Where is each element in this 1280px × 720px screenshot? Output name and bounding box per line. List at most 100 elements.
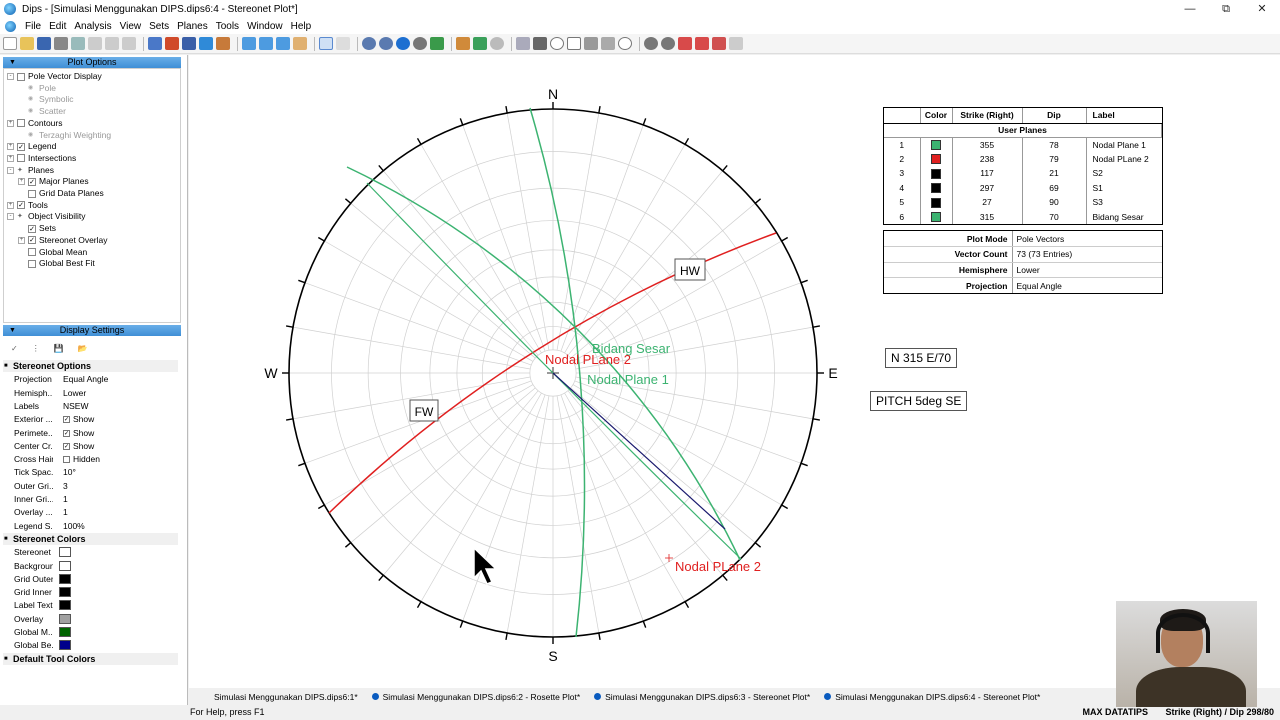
color-setting-row[interactable]: Label Text [3, 599, 178, 612]
setting-row[interactable]: Tick Spac... 10° [3, 466, 178, 479]
menu-view[interactable]: View [116, 21, 146, 32]
close-icon[interactable]: ✕ [1244, 0, 1280, 18]
menu-tools[interactable]: Tools [212, 21, 243, 32]
undo-icon[interactable] [148, 37, 162, 50]
print-icon[interactable] [54, 37, 68, 50]
tree-expander-icon[interactable]: + [7, 119, 14, 127]
checkbox[interactable]: ✓ [63, 416, 70, 424]
collapse-icon[interactable]: ■ [4, 653, 8, 665]
apply-icon[interactable]: ✓ [11, 344, 18, 353]
tree-item[interactable]: + Contours [7, 118, 63, 129]
setting-value[interactable]: Lower [63, 388, 86, 398]
checkbox[interactable] [17, 72, 25, 81]
settings-section-header[interactable]: ■ Default Tool Colors [3, 652, 178, 665]
collapse-icon[interactable]: ▼ [9, 57, 16, 68]
checkbox[interactable]: ✓ [17, 142, 25, 151]
menu-help[interactable]: Help [287, 21, 316, 32]
contour-icon[interactable] [379, 37, 393, 50]
chart-icon[interactable] [216, 37, 230, 50]
add-plane-icon[interactable] [456, 37, 470, 50]
eraser-icon[interactable] [336, 37, 350, 50]
tree-item[interactable]: + ✓ Stereonet Overlay [18, 235, 108, 246]
settings-section-header[interactable]: ■ Stereonet Options [3, 360, 178, 372]
restore-icon[interactable]: ⧉ [1208, 0, 1244, 18]
zoom-window-icon[interactable] [276, 37, 290, 50]
color-swatch[interactable] [59, 640, 71, 651]
checkbox[interactable]: ✓ [17, 201, 25, 210]
checkbox[interactable] [28, 189, 36, 198]
polyline-tool-icon[interactable] [601, 37, 615, 50]
delete-tool-icon[interactable] [695, 37, 709, 50]
setting-value[interactable]: Show [73, 414, 94, 424]
color-setting-row[interactable]: Overlay [3, 613, 178, 626]
setting-value[interactable]: NSEW [63, 401, 89, 411]
minimize-icon[interactable]: — [1172, 0, 1208, 18]
tree-item[interactable]: ✓ Sets [18, 223, 56, 234]
tree-item[interactable]: - Pole Vector Display [7, 71, 102, 82]
new-file-icon[interactable] [3, 37, 17, 50]
menu-edit[interactable]: Edit [45, 21, 70, 32]
tree-item[interactable]: + ✓ Major Planes [18, 176, 89, 187]
pitch-icon[interactable] [661, 37, 675, 50]
tree-expander-icon[interactable]: + [18, 236, 25, 244]
setting-row[interactable]: Hemisph... Lower [3, 387, 178, 400]
remove-icon[interactable] [712, 37, 726, 50]
copy-icon[interactable] [105, 37, 119, 50]
checkbox[interactable] [17, 154, 25, 163]
zoom-in-icon[interactable] [242, 37, 256, 50]
color-setting-row[interactable]: Global M... [3, 626, 178, 639]
tree-item[interactable]: ◉ Terzaghi Weighting [18, 130, 111, 141]
table-icon[interactable] [199, 37, 213, 50]
rosette-icon[interactable] [430, 37, 444, 50]
settings-section-header[interactable]: ■ Stereonet Colors [3, 532, 178, 545]
color-setting-row[interactable]: Global Be... [3, 639, 178, 652]
zoom-out-icon[interactable] [259, 37, 273, 50]
menu-window[interactable]: Window [243, 21, 287, 32]
plot-options-header[interactable]: ▼ Plot Options [3, 57, 181, 68]
checkbox[interactable] [63, 456, 70, 464]
save-settings-icon[interactable]: 💾 [54, 344, 64, 353]
setting-value[interactable]: 100% [63, 521, 85, 531]
circle-tool-icon[interactable] [618, 37, 632, 50]
color-setting-row[interactable]: Grid Outer [3, 573, 178, 586]
menu-sets[interactable]: Sets [145, 21, 173, 32]
tree-item[interactable]: Global Best Fit [18, 258, 95, 269]
setting-value[interactable]: Show [73, 441, 94, 451]
tab-rosette[interactable]: Simulasi Menggunakan DIPS.dips6:2 - Rose… [366, 692, 589, 702]
tree-expander-icon[interactable]: + [7, 201, 14, 209]
tree-expander-icon[interactable]: - [7, 213, 14, 221]
color-swatch[interactable] [59, 627, 71, 637]
select-icon[interactable] [319, 37, 333, 50]
setting-row[interactable]: Outer Gri... 3 [3, 480, 178, 493]
setting-value[interactable]: 3 [63, 481, 68, 491]
tree-item[interactable]: - ✦ Planes [7, 165, 54, 176]
setting-row[interactable]: Overlay ... 1 [3, 506, 178, 519]
open-folder-icon[interactable] [20, 37, 34, 50]
pan-hand-icon[interactable] [293, 37, 307, 50]
sphere-icon[interactable] [413, 37, 427, 50]
setting-value[interactable]: Show [73, 428, 94, 438]
open-settings-icon[interactable]: 📂 [78, 344, 88, 353]
tab-stereonet-4[interactable]: Simulasi Menggunakan DIPS.dips6:4 - Ster… [818, 692, 1048, 702]
checkbox[interactable] [28, 248, 36, 256]
setting-row[interactable]: Projection Equal Angle [3, 373, 178, 386]
wand-icon[interactable] [165, 37, 179, 50]
checkbox[interactable]: ✓ [28, 224, 36, 233]
setting-value[interactable]: 1 [63, 494, 68, 504]
checkbox[interactable] [17, 119, 25, 128]
measure-angle-icon[interactable] [644, 37, 658, 50]
checkbox[interactable]: ✓ [63, 443, 70, 451]
tree-expander-icon[interactable]: + [18, 178, 25, 186]
checkbox[interactable]: ✓ [63, 429, 70, 437]
color-setting-row[interactable]: Background [3, 560, 178, 573]
save-icon[interactable] [37, 37, 51, 50]
collapse-icon[interactable]: ■ [4, 533, 8, 545]
setting-row[interactable]: Perimete... ✓ Show [3, 427, 178, 440]
collapse-icon[interactable]: ▼ [9, 325, 16, 336]
pitch-annotation-box[interactable]: PITCH 5deg SE [870, 391, 968, 411]
display-settings-header[interactable]: ▼ Display Settings [3, 325, 181, 336]
checkbox[interactable]: ✓ [28, 177, 36, 186]
checkbox[interactable]: ✓ [28, 236, 36, 245]
setting-row[interactable]: Legend S... 100% [3, 520, 178, 533]
cut-icon[interactable] [88, 37, 102, 50]
